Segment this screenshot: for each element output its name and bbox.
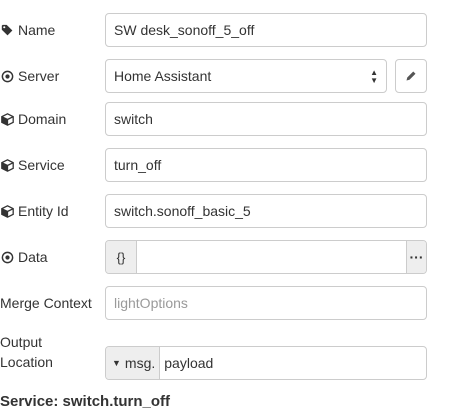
merge-context-label-text: Merge Context <box>0 295 92 311</box>
merge-context-placeholder: lightOptions <box>114 295 188 311</box>
output-location-label-line2: Location <box>0 353 53 371</box>
output-location-field[interactable]: ▼ msg. payload <box>105 346 427 380</box>
service-label-text: Service <box>18 157 65 173</box>
output-type-value: msg. <box>124 355 156 371</box>
data-label-text: Data <box>18 249 48 265</box>
pencil-icon <box>406 71 416 81</box>
data-value[interactable] <box>137 241 406 273</box>
tag-icon <box>0 23 14 37</box>
data-label: Data <box>0 248 48 266</box>
domain-label-text: Domain <box>18 111 67 127</box>
service-summary: Service: switch.turn_off <box>0 393 171 410</box>
expand-editor-button[interactable]: ··· <box>406 241 426 273</box>
data-field[interactable]: {} ··· <box>105 240 427 274</box>
service-label: Service <box>0 156 65 174</box>
edit-server-button[interactable] <box>395 59 427 93</box>
entity-id-label-text: Entity Id <box>18 203 69 219</box>
output-location-label-line1: Output <box>0 333 42 351</box>
dot-circle-icon <box>0 69 14 83</box>
name-label: Name <box>0 21 55 39</box>
service-field[interactable]: turn_off <box>105 148 427 182</box>
server-select[interactable]: Home Assistant ▲ ▼ <box>105 59 387 93</box>
node-config-form: Name SW desk_sonoff_5_off Server Home As… <box>0 0 457 410</box>
name-label-text: Name <box>18 22 56 38</box>
cube-icon <box>0 204 14 218</box>
caret-down-icon: ▼ <box>112 358 121 368</box>
select-arrows-icon: ▲ ▼ <box>370 67 378 85</box>
server-label-text: Server <box>18 68 60 84</box>
output-location-value[interactable]: payload <box>160 347 213 379</box>
name-field[interactable]: SW desk_sonoff_5_off <box>105 13 427 47</box>
domain-label: Domain <box>0 110 66 128</box>
name-value: SW desk_sonoff_5_off <box>114 22 255 38</box>
server-value: Home Assistant <box>114 68 212 84</box>
entity-id-label: Entity Id <box>0 202 69 220</box>
merge-context-label: Merge Context <box>0 294 92 312</box>
cube-icon <box>0 112 14 126</box>
merge-context-field[interactable]: lightOptions <box>105 286 427 320</box>
output-type-selector[interactable]: ▼ msg. <box>106 347 161 379</box>
entity-id-field[interactable]: switch.sonoff_basic_5 <box>105 194 427 228</box>
dot-circle-icon <box>0 250 14 264</box>
entity-id-value: switch.sonoff_basic_5 <box>114 203 251 219</box>
data-type-selector[interactable]: {} <box>106 241 137 273</box>
domain-value: switch <box>114 111 153 127</box>
output-location-label-text-1: Output <box>0 334 43 350</box>
domain-field[interactable]: switch <box>105 102 427 136</box>
server-label: Server <box>0 67 59 85</box>
output-location-label-text-2: Location <box>0 354 53 370</box>
cube-icon <box>0 158 14 172</box>
service-value: turn_off <box>114 157 162 173</box>
